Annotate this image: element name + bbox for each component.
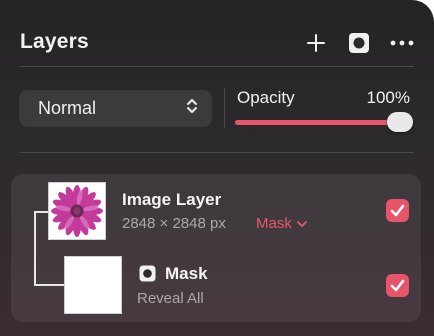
mask-icon[interactable] [346, 30, 372, 56]
mask-thumbnail [64, 256, 122, 314]
opacity-label: Opacity [237, 88, 295, 107]
panel-title: Layers [20, 30, 89, 53]
layers-panel: Layers Normal Opacity 100% Image Layer 2… [0, 0, 434, 336]
ellipsis-icon[interactable] [389, 30, 415, 56]
opacity-slider[interactable] [235, 112, 413, 132]
opacity-value: 100% [366, 88, 410, 107]
layer-dimensions: 2848 × 2848 px [122, 215, 226, 232]
checkmark-icon [390, 279, 405, 292]
header-divider [20, 66, 414, 67]
mask-subtitle: Reveal All [137, 290, 204, 307]
blend-mode-select[interactable]: Normal [19, 90, 212, 127]
mask-layer-name: Mask [165, 264, 208, 283]
flower-image [51, 185, 103, 237]
blend-mode-value: Normal [38, 98, 97, 118]
mask-icon [139, 265, 156, 282]
slider-thumb[interactable] [387, 112, 413, 132]
layer-name: Image Layer [122, 190, 222, 209]
tree-connector [34, 211, 48, 213]
mask-dropdown[interactable]: Mask [256, 215, 307, 232]
mask-visibility-checkbox[interactable] [386, 274, 409, 297]
chevron-down-icon [296, 215, 307, 232]
layer-thumbnail [48, 182, 106, 240]
section-divider [20, 152, 414, 153]
chevron-up-down-icon [186, 97, 198, 120]
tree-connector [34, 284, 64, 286]
checkmark-icon [390, 204, 405, 217]
plus-icon[interactable] [303, 30, 329, 56]
mask-dropdown-label: Mask [256, 215, 292, 232]
vertical-separator [224, 88, 225, 128]
tree-connector [34, 211, 36, 286]
layer-visibility-checkbox[interactable] [386, 199, 409, 222]
